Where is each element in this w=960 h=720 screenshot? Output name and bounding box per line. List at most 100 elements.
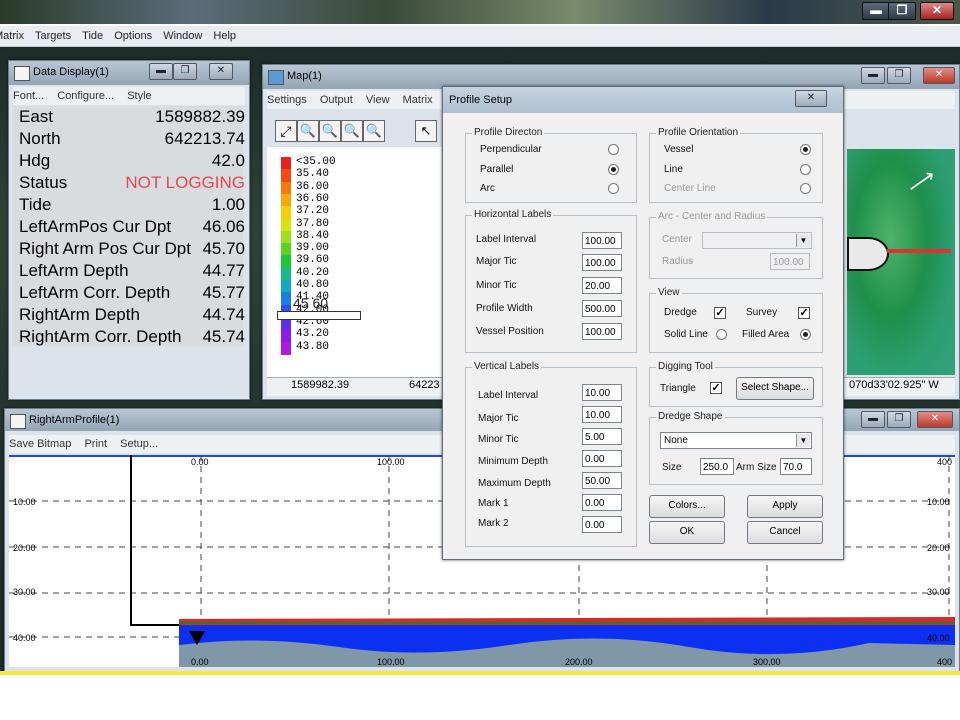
data-row: East 1589882.39: [19, 107, 245, 126]
zoom-extents-icon[interactable]: ⤢: [275, 120, 297, 142]
legend-label: 39.60: [296, 254, 330, 267]
digging-tool-group: Digging Tool Triangle ✓ Select Shape...: [649, 361, 823, 407]
minimize-button[interactable]: ▬: [861, 411, 885, 428]
menu-help[interactable]: Help: [213, 26, 236, 46]
menu-targets[interactable]: Targets: [35, 26, 71, 46]
maximize-button[interactable]: ❐: [173, 63, 197, 80]
maximum-depth-input[interactable]: 50.00: [582, 472, 622, 489]
v-major-tic-input[interactable]: 10.00: [582, 406, 622, 423]
maximize-button[interactable]: ❐: [887, 67, 911, 84]
center-line-radio[interactable]: [800, 183, 811, 194]
menu-print[interactable]: Print: [84, 438, 107, 450]
field-label: Solid Line: [664, 329, 708, 340]
menu-window[interactable]: Window: [163, 26, 202, 46]
maximize-button[interactable]: ❐: [888, 2, 916, 20]
horizontal-labels-group: Horizontal Labels Label Interval 100.00 …: [465, 209, 637, 353]
h-major-tic-input[interactable]: 100.00: [582, 254, 622, 271]
arm-size-input[interactable]: 70.0: [780, 458, 812, 475]
dredge-shape-select[interactable]: None ▼: [660, 432, 812, 449]
legend-label: 36.00: [296, 180, 330, 193]
menu-setup[interactable]: Setup...: [120, 438, 158, 450]
h-label-interval-input[interactable]: 100.00: [582, 232, 622, 249]
vessel-radio[interactable]: [800, 144, 811, 155]
field-label: Maximum Depth: [478, 478, 551, 489]
menu-save-bitmap[interactable]: Save Bitmap: [9, 438, 71, 450]
x-label-bottom: 400: [937, 657, 952, 667]
minimize-button[interactable]: ▬: [149, 63, 173, 80]
dredge-checkbox[interactable]: ✓: [714, 307, 726, 319]
close-button[interactable]: ✕: [920, 2, 954, 20]
menu-matrix[interactable]: Matrix: [0, 26, 24, 46]
close-button[interactable]: ✕: [209, 63, 233, 80]
select-shape-button[interactable]: Select Shape...: [736, 377, 814, 400]
mark-1-input[interactable]: 0.00: [582, 494, 622, 511]
v-label-interval-input[interactable]: 10.00: [582, 384, 622, 401]
chevron-down-icon: ▼: [796, 234, 810, 247]
legend-swatch: [281, 280, 291, 293]
pointer-icon[interactable]: ↖: [415, 120, 437, 142]
close-button[interactable]: ✕: [917, 411, 953, 428]
zoom-previous-icon[interactable]: 🔍: [363, 120, 385, 142]
mark-2-input[interactable]: 0.00: [582, 516, 622, 533]
parallel-radio[interactable]: [608, 164, 619, 175]
x-label-bottom: 100.00: [377, 657, 405, 667]
menu-font[interactable]: Font...: [13, 90, 44, 102]
menu-configure[interactable]: Configure...: [57, 90, 114, 102]
vessel-position-input[interactable]: 100.00: [582, 323, 622, 340]
legend-swatch: [281, 267, 291, 281]
v-minor-tic-input[interactable]: 5.00: [582, 428, 622, 445]
filled-area-radio[interactable]: [800, 329, 811, 340]
profile-title: RightArmProfile(1): [29, 414, 120, 426]
menu-tide[interactable]: Tide: [82, 26, 103, 46]
dialog-title-bar[interactable]: Profile Setup ✕: [443, 87, 843, 113]
zoom-window-icon[interactable]: 🔍: [341, 120, 363, 142]
group-title: View: [656, 287, 682, 298]
minimum-depth-input[interactable]: 0.00: [582, 450, 622, 467]
y-label: 10.00: [13, 497, 36, 507]
menu-view[interactable]: View: [366, 94, 390, 106]
field-label: Minimum Depth: [478, 456, 549, 467]
h-minor-tic-input[interactable]: 20.00: [582, 277, 622, 294]
colors-button[interactable]: Colors...: [649, 495, 725, 518]
cancel-button[interactable]: Cancel: [747, 521, 823, 544]
data-row: Right Arm Pos Cur Dpt 45.70: [19, 239, 245, 258]
ok-button[interactable]: OK: [649, 521, 725, 544]
field-label: Profile Width: [476, 303, 533, 314]
close-button[interactable]: ✕: [795, 90, 827, 107]
maximize-button[interactable]: ❐: [887, 411, 911, 428]
minimize-button[interactable]: ▬: [861, 67, 885, 84]
app-menu-bar: Matrix Targets Tide Options Window Help: [0, 26, 960, 47]
group-title: Horizontal Labels: [472, 209, 554, 220]
perpendicular-radio[interactable]: [608, 144, 619, 155]
field-label: Dredge: [664, 307, 697, 318]
field-label: Label Interval: [476, 234, 537, 245]
arc-center-select[interactable]: ▼: [702, 232, 812, 249]
profile-width-input[interactable]: 500.00: [582, 300, 622, 317]
zoom-in-icon[interactable]: 🔍: [297, 120, 319, 142]
triangle-checkbox[interactable]: ✓: [710, 382, 722, 394]
survey-checkbox[interactable]: ✓: [798, 307, 810, 319]
menu-output[interactable]: Output: [320, 94, 353, 106]
menu-options[interactable]: Options: [114, 26, 152, 46]
field-label: Triangle: [660, 383, 696, 394]
menu-style[interactable]: Style: [127, 90, 151, 102]
arc-radio[interactable]: [608, 183, 619, 194]
apply-button[interactable]: Apply: [747, 495, 823, 518]
menu-matrix[interactable]: Matrix: [403, 94, 433, 106]
dredge-size-input[interactable]: 250.0: [700, 458, 734, 475]
zoom-out-icon[interactable]: 🔍: [319, 120, 341, 142]
map-overlay-text: 45 60: [293, 295, 329, 311]
y-label: 40.00: [13, 633, 36, 643]
menu-settings[interactable]: Settings: [267, 94, 307, 106]
close-button[interactable]: ✕: [923, 67, 955, 84]
minimize-button[interactable]: ▬: [862, 2, 890, 20]
solid-line-radio[interactable]: [716, 329, 727, 340]
line-radio[interactable]: [800, 164, 811, 175]
legend-swatch: [281, 255, 291, 269]
app-title-bar: ▬ ❐ ✕: [0, 0, 960, 24]
group-title: Vertical Labels: [472, 361, 542, 372]
data-display-title-bar[interactable]: Data Display(1) ▬ ❐ ✕: [9, 61, 249, 85]
arc-radius-input[interactable]: 100.00: [770, 253, 810, 270]
data-display-body: East 1589882.39 North 642213.74 Hdg 42.0 St…: [13, 106, 245, 346]
map-canvas[interactable]: ⟶: [847, 149, 955, 375]
